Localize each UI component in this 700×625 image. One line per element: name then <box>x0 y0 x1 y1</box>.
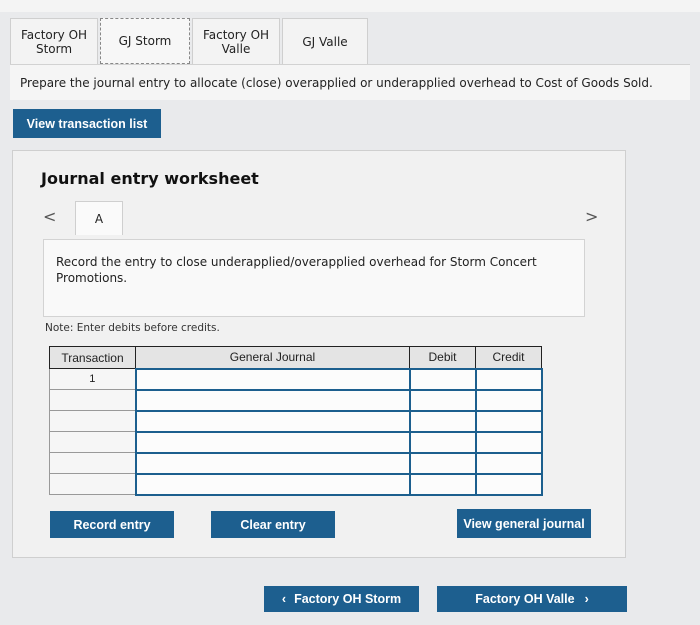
table-row <box>49 430 543 454</box>
account-input[interactable] <box>134 388 411 412</box>
view-general-journal-button[interactable]: View general journal <box>457 509 591 538</box>
view-transaction-list-button[interactable]: View transaction list <box>13 109 161 138</box>
header-transaction: Transaction <box>49 346 136 369</box>
table-row: 1 <box>49 367 543 391</box>
transaction-cell <box>49 431 136 453</box>
transaction-cell <box>49 389 136 411</box>
account-input[interactable] <box>134 430 411 454</box>
note-text: Note: Enter debits before credits. <box>45 322 220 334</box>
top-bar <box>0 0 700 12</box>
worksheet-subtab-a[interactable]: A <box>75 201 123 235</box>
next-arrow-icon[interactable]: > <box>585 207 598 226</box>
chevron-left-icon: ‹ <box>281 592 287 606</box>
next-factory-oh-valle-button[interactable]: Factory OH Valle › <box>437 586 627 612</box>
header-debit: Debit <box>409 346 476 369</box>
tab-gj-storm[interactable]: GJ Storm <box>100 18 190 64</box>
credit-input[interactable] <box>474 388 543 412</box>
debit-input[interactable] <box>408 451 477 475</box>
credit-input[interactable] <box>474 367 543 391</box>
header-general-journal: General Journal <box>135 346 410 369</box>
prev-factory-oh-storm-button[interactable]: ‹ Factory OH Storm <box>264 586 419 612</box>
account-input[interactable] <box>134 367 411 391</box>
credit-input[interactable] <box>474 430 543 454</box>
transaction-cell <box>49 473 136 495</box>
debit-input[interactable] <box>408 388 477 412</box>
journal-entry-worksheet: Journal entry worksheet < > A Record the… <box>12 150 626 558</box>
tab-gj-valle[interactable]: GJ Valle <box>282 18 368 64</box>
prev-arrow-icon[interactable]: < <box>43 207 56 226</box>
prev-button-label: Factory OH Storm <box>294 592 402 606</box>
transaction-number: 1 <box>49 368 136 390</box>
account-input[interactable] <box>134 409 411 433</box>
table-row <box>49 409 543 433</box>
credit-input[interactable] <box>474 451 543 475</box>
debit-input[interactable] <box>408 409 477 433</box>
account-input[interactable] <box>134 451 411 475</box>
table-row <box>49 388 543 412</box>
debit-input[interactable] <box>408 367 477 391</box>
entry-description-text: Record the entry to close underapplied/o… <box>56 255 537 285</box>
table-row <box>49 451 543 475</box>
transaction-cell <box>49 452 136 474</box>
tab-factory-oh-storm[interactable]: Factory OH Storm <box>10 18 98 64</box>
account-input[interactable] <box>134 472 411 496</box>
clear-entry-button[interactable]: Clear entry <box>211 511 335 538</box>
chevron-right-icon: › <box>584 592 589 606</box>
tab-bar: Factory OH Storm GJ Storm Factory OH Val… <box>10 18 368 64</box>
debit-input[interactable] <box>408 430 477 454</box>
header-credit: Credit <box>475 346 542 369</box>
entry-description: Record the entry to close underapplied/o… <box>43 239 585 317</box>
next-button-label: Factory OH Valle <box>475 592 575 606</box>
tab-factory-oh-valle[interactable]: Factory OH Valle <box>192 18 280 64</box>
instruction-text: Prepare the journal entry to allocate (c… <box>20 75 653 90</box>
transaction-cell <box>49 410 136 432</box>
credit-input[interactable] <box>474 409 543 433</box>
instruction-bar: Prepare the journal entry to allocate (c… <box>10 64 690 100</box>
debit-input[interactable] <box>408 472 477 496</box>
credit-input[interactable] <box>474 472 543 496</box>
journal-table: Transaction General Journal Debit Credit… <box>49 346 543 496</box>
table-row <box>49 472 543 496</box>
worksheet-title: Journal entry worksheet <box>41 169 259 188</box>
record-entry-button[interactable]: Record entry <box>50 511 174 538</box>
